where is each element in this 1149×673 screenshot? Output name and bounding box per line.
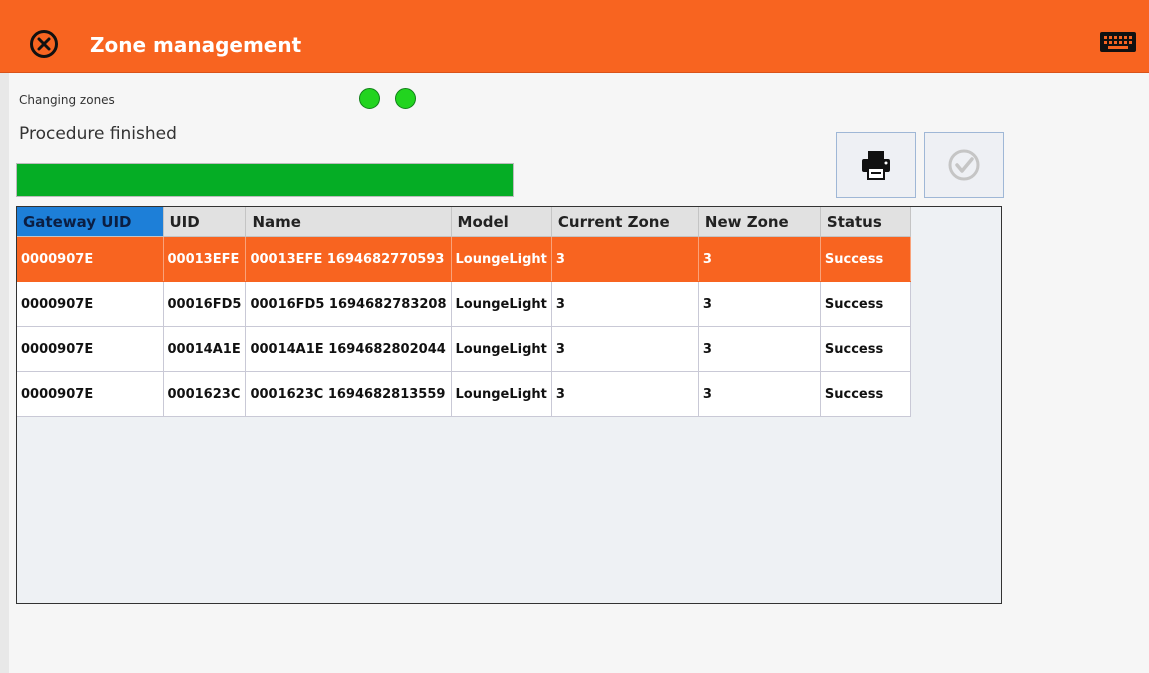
table-row[interactable]: 0000907E 00014A1E 00014A1E 1694682802044…	[17, 326, 911, 372]
cell-status: Success	[820, 326, 911, 372]
printer-icon	[862, 151, 890, 180]
cell-new-zone: 3	[698, 281, 821, 327]
page-title: Zone management	[90, 33, 302, 57]
confirm-button[interactable]	[924, 132, 1004, 198]
cell-current-zone: 3	[551, 236, 699, 282]
cell-model: LoungeLight	[451, 236, 552, 282]
progress-fill	[17, 164, 513, 196]
cell-name: 0001623C 1694682813559	[245, 371, 452, 417]
cell-gateway-uid: 0000907E	[17, 371, 164, 417]
keyboard-icon[interactable]	[1099, 30, 1137, 54]
table-row[interactable]: 0000907E 0001623C 0001623C 1694682813559…	[17, 371, 911, 417]
column-header-new-zone[interactable]: New Zone	[698, 207, 821, 237]
cell-status: Success	[820, 281, 911, 327]
cell-current-zone: 3	[551, 371, 699, 417]
cell-model: LoungeLight	[451, 326, 552, 372]
column-header-gateway-uid[interactable]: Gateway UID	[17, 207, 164, 237]
cell-model: LoungeLight	[451, 281, 552, 327]
cell-current-zone: 3	[551, 281, 699, 327]
changing-zones-label: Changing zones	[19, 93, 115, 107]
cell-gateway-uid: 0000907E	[17, 326, 164, 372]
cell-name: 00013EFE 1694682770593	[245, 236, 452, 282]
grid-header-row: Gateway UID UID Name Model Current Zone …	[17, 207, 911, 237]
cell-status: Success	[820, 371, 911, 417]
column-header-status[interactable]: Status	[820, 207, 911, 237]
cell-current-zone: 3	[551, 326, 699, 372]
cell-status: Success	[820, 236, 911, 282]
column-header-uid[interactable]: UID	[163, 207, 247, 237]
table-row[interactable]: 0000907E 00013EFE 00013EFE 1694682770593…	[17, 236, 911, 282]
zone-data-grid[interactable]: Gateway UID UID Name Model Current Zone …	[16, 206, 1002, 604]
cell-new-zone: 3	[698, 236, 821, 282]
check-circle-icon	[948, 149, 980, 181]
cell-name: 00016FD5 1694682783208	[245, 281, 452, 327]
cell-gateway-uid: 0000907E	[17, 236, 164, 282]
procedure-status-text: Procedure finished	[19, 124, 177, 144]
title-bar: Zone management	[0, 0, 1149, 73]
cell-uid: 00014A1E	[163, 326, 247, 372]
table-row[interactable]: 0000907E 00016FD5 00016FD5 1694682783208…	[17, 281, 911, 327]
status-indicator-2	[395, 88, 416, 109]
column-header-name[interactable]: Name	[245, 207, 452, 237]
zone-management-window: Zone management Changing zones Procedure…	[0, 0, 1149, 673]
column-header-model[interactable]: Model	[451, 207, 552, 237]
cell-uid: 0001623C	[163, 371, 247, 417]
cell-uid: 00013EFE	[163, 236, 247, 282]
cell-new-zone: 3	[698, 371, 821, 417]
column-header-current-zone[interactable]: Current Zone	[551, 207, 699, 237]
print-button[interactable]	[836, 132, 916, 198]
progress-bar	[16, 163, 514, 197]
cell-name: 00014A1E 1694682802044	[245, 326, 452, 372]
cell-new-zone: 3	[698, 326, 821, 372]
left-edge-strip	[0, 73, 9, 673]
cell-model: LoungeLight	[451, 371, 552, 417]
close-circle-icon[interactable]	[29, 29, 59, 59]
cell-uid: 00016FD5	[163, 281, 247, 327]
status-indicator-1	[359, 88, 380, 109]
cell-gateway-uid: 0000907E	[17, 281, 164, 327]
